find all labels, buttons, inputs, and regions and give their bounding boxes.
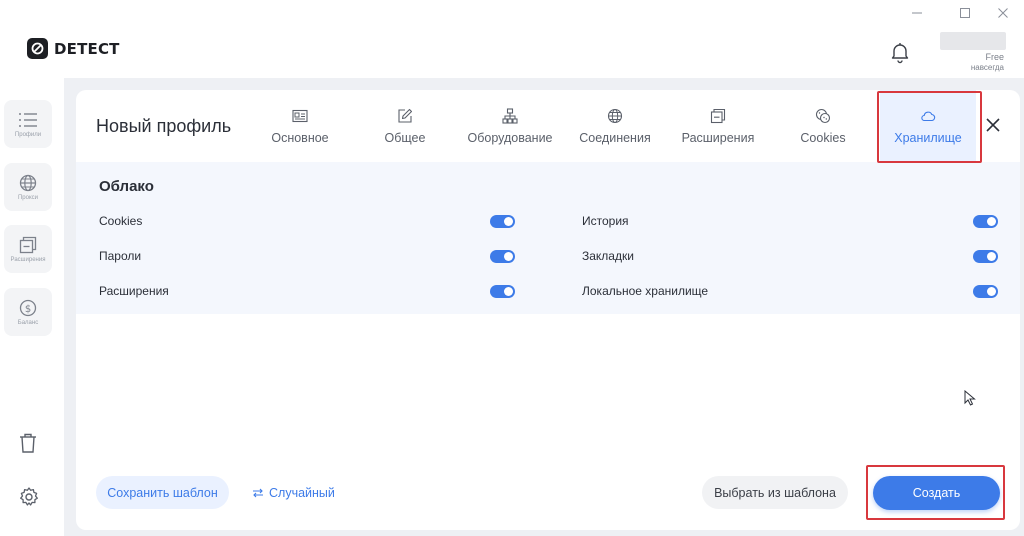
globe-icon bbox=[19, 174, 37, 191]
plan-name: Free bbox=[985, 52, 1004, 62]
notifications-button[interactable] bbox=[888, 40, 912, 64]
create-button[interactable]: Создать bbox=[873, 476, 1000, 510]
plan-duration: навсегда bbox=[970, 63, 1004, 72]
tab-label: Расширения bbox=[681, 130, 755, 145]
mouse-cursor-icon bbox=[964, 389, 976, 406]
option-label-history: История bbox=[582, 214, 629, 228]
close-icon bbox=[986, 118, 1000, 132]
page-title: Новый профиль bbox=[96, 116, 232, 136]
cloud-section: Облако Cookies Пароли Расширения История… bbox=[76, 162, 1020, 314]
toggle-extensions[interactable] bbox=[490, 285, 515, 298]
close-icon bbox=[998, 8, 1008, 18]
id-card-icon bbox=[292, 109, 308, 122]
new-profile-panel: Новый профиль Основное Общее Оборудовани… bbox=[76, 90, 1020, 530]
toggle-bookmarks[interactable] bbox=[973, 250, 998, 263]
random-label: Случайный bbox=[269, 485, 335, 500]
tab-extensions[interactable]: Расширения bbox=[674, 90, 762, 162]
workspace: Новый профиль Основное Общее Оборудовани… bbox=[64, 78, 1024, 536]
user-name-redacted bbox=[940, 32, 1006, 50]
sidebar-item-label: Расширения bbox=[10, 256, 46, 263]
option-label-extensions: Расширения bbox=[99, 284, 169, 298]
save-template-button[interactable]: Сохранить шаблон bbox=[96, 476, 229, 509]
tab-general[interactable]: Общее bbox=[366, 90, 444, 162]
random-button[interactable]: Случайный bbox=[252, 476, 335, 509]
app-window: DETECT Free навсегда Профили Прокси Расш… bbox=[0, 0, 1024, 536]
tab-cookies[interactable]: Cookies bbox=[788, 90, 858, 162]
bell-icon bbox=[891, 43, 909, 64]
tab-label: Cookies bbox=[800, 130, 846, 145]
toggle-local-storage[interactable] bbox=[973, 285, 998, 298]
tab-label: Основное bbox=[271, 130, 329, 145]
sidebar-item-label: Профили bbox=[14, 131, 42, 138]
logo-text: DETECT bbox=[54, 39, 120, 58]
tab-label: Общее bbox=[384, 130, 426, 145]
tab-label: Хранилище bbox=[894, 130, 962, 145]
section-title: Облако bbox=[99, 178, 154, 195]
toggle-cookies[interactable] bbox=[490, 215, 515, 228]
maximize-button[interactable] bbox=[950, 2, 980, 24]
choose-template-button[interactable]: Выбрать из шаблона bbox=[702, 476, 848, 509]
tab-basic[interactable]: Основное bbox=[256, 90, 344, 162]
sidebar: Профили Прокси Расширения $ Баланс bbox=[0, 78, 64, 536]
logo-icon bbox=[27, 38, 48, 59]
tab-label: Оборудование bbox=[467, 130, 553, 145]
cloud-icon bbox=[921, 111, 936, 121]
svg-text:$: $ bbox=[25, 304, 31, 315]
tab-label: Соединения bbox=[579, 130, 651, 145]
edit-icon bbox=[398, 108, 413, 123]
tab-storage[interactable]: Хранилище bbox=[880, 90, 976, 162]
sidebar-item-extensions[interactable]: Расширения bbox=[4, 225, 52, 273]
close-panel-button[interactable] bbox=[984, 116, 1002, 134]
app-logo: DETECT bbox=[27, 38, 120, 59]
tab-connections[interactable]: Соединения bbox=[572, 90, 658, 162]
cookie-icon bbox=[815, 108, 831, 123]
settings-button[interactable] bbox=[18, 486, 40, 508]
minimize-button[interactable] bbox=[902, 2, 932, 24]
option-label-passwords: Пароли bbox=[99, 249, 142, 263]
user-account[interactable]: Free навсегда bbox=[940, 32, 1006, 72]
sidebar-item-billing[interactable]: $ Баланс bbox=[4, 288, 52, 336]
trash-button[interactable] bbox=[18, 432, 38, 454]
toggle-passwords[interactable] bbox=[490, 250, 515, 263]
hierarchy-icon bbox=[502, 107, 518, 124]
option-label-bookmarks: Закладки bbox=[582, 249, 634, 263]
sidebar-item-label: Прокси bbox=[17, 194, 39, 201]
title-bar bbox=[0, 0, 1024, 28]
panel-header: Новый профиль Основное Общее Оборудовани… bbox=[76, 90, 1020, 162]
option-label-cookies: Cookies bbox=[99, 214, 143, 228]
shuffle-icon bbox=[253, 488, 263, 497]
sidebar-item-label: Баланс bbox=[17, 319, 39, 326]
gear-icon bbox=[20, 487, 38, 506]
trash-icon bbox=[20, 433, 36, 453]
maximize-icon bbox=[960, 8, 970, 18]
toggle-history[interactable] bbox=[973, 215, 998, 228]
sidebar-item-proxy[interactable]: Прокси bbox=[4, 163, 52, 211]
list-icon bbox=[19, 112, 37, 127]
minimize-icon bbox=[912, 12, 922, 14]
sidebar-item-profiles[interactable]: Профили bbox=[4, 100, 52, 148]
dollar-icon: $ bbox=[19, 299, 37, 316]
globe-icon bbox=[607, 108, 623, 123]
tab-hardware[interactable]: Оборудование bbox=[461, 90, 559, 162]
extensions-icon bbox=[19, 236, 37, 253]
window-close-button[interactable] bbox=[988, 2, 1018, 24]
option-label-local-storage: Локальное хранилище bbox=[582, 284, 709, 298]
extensions-icon bbox=[710, 108, 726, 123]
